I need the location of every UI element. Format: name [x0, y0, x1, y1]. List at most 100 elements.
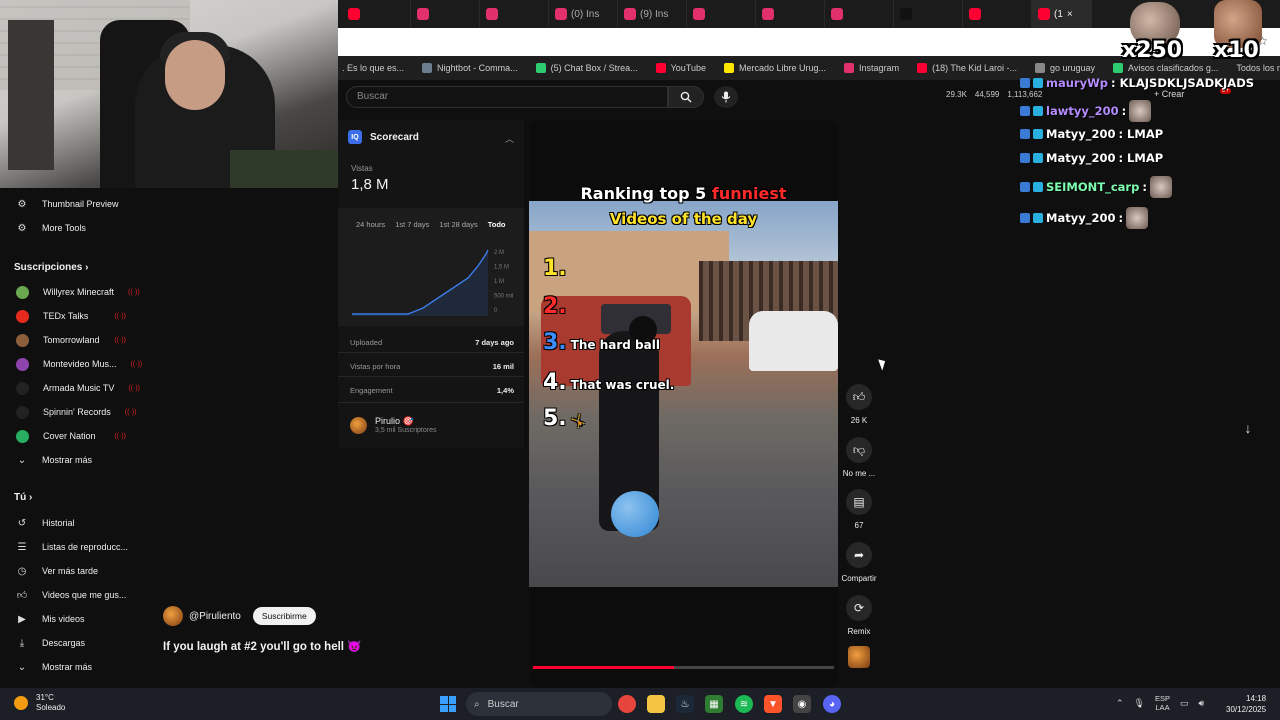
- sidebar-subscription-item[interactable]: Montevideo Mus... ((·)): [0, 352, 142, 376]
- sidebar-item-label: Descargas: [42, 638, 86, 648]
- subscribe-button[interactable]: Suscribirme: [252, 607, 316, 625]
- scorecard-channel[interactable]: Pirulio 🎯 3,5 mil Suscriptores: [350, 416, 436, 434]
- range-tab[interactable]: 1st 28 days: [439, 220, 477, 229]
- scorecard-panel: IQ Scorecard ︿ Vistas 1,8 M 24 hours 1st …: [338, 120, 524, 448]
- browser-tab[interactable]: (0) Ins: [549, 0, 618, 28]
- sun-icon: [14, 696, 28, 710]
- ranking-item: 5. 🤸: [543, 406, 586, 431]
- show-more-you[interactable]: ⌄ Mostrar más: [0, 655, 140, 679]
- chevron-right-icon: ›: [26, 492, 33, 503]
- windows-start-icon[interactable]: [440, 696, 456, 712]
- browser-tab[interactable]: [480, 0, 549, 28]
- uploaded-label: Uploaded: [350, 338, 383, 347]
- chrome-icon[interactable]: [618, 695, 636, 713]
- lang-bottom: LAA: [1155, 703, 1170, 712]
- like-button[interactable]: 👍︎ 26 K: [840, 384, 878, 425]
- taskbar-search[interactable]: ⌕ Buscar: [466, 692, 612, 716]
- chat-emote-icon: [1149, 176, 1172, 198]
- remix-button[interactable]: ⟳ Remix: [840, 595, 878, 636]
- sidebar-item-you[interactable]: ⤓ Descargas: [0, 631, 140, 655]
- tab-favicon-icon: [762, 8, 774, 20]
- sidebar-item-label: Ver más tarde: [42, 566, 99, 576]
- network-icon[interactable]: ▭: [1180, 698, 1189, 709]
- steam-icon[interactable]: ♨: [676, 695, 694, 713]
- brave-icon[interactable]: ▼: [764, 695, 782, 713]
- sidebar-item-you[interactable]: ↺ Historial: [0, 511, 140, 535]
- close-icon[interactable]: ×: [1067, 9, 1073, 20]
- chat-message: mauryWp: KLAJSDKLJSADKJADS: [1020, 76, 1254, 90]
- share-button[interactable]: ➦ Compartir: [840, 542, 878, 583]
- bookmark-item[interactable]: go uruguay: [1034, 63, 1095, 73]
- bookmark-item[interactable]: Instagram: [844, 63, 899, 73]
- dislike-button[interactable]: 👎︎ No me ...: [840, 437, 878, 478]
- sidebar-item-you[interactable]: ▶ Mis videos: [0, 607, 140, 631]
- streamer-webcam: [0, 0, 338, 188]
- range-tab[interactable]: 24 hours: [356, 220, 385, 229]
- sidebar-item-you[interactable]: 👍︎ Videos que me gus...: [0, 583, 140, 607]
- sidebar-item-tool[interactable]: ⚙ Thumbnail Preview: [0, 192, 140, 216]
- weather-widget[interactable]: 31°C Soleado: [14, 693, 65, 713]
- sidebar-item-tool[interactable]: ⚙ More Tools: [0, 216, 140, 240]
- browser-tab[interactable]: [825, 0, 894, 28]
- arrow-down-icon[interactable]: ↓: [1236, 416, 1260, 440]
- search-input[interactable]: Buscar: [346, 86, 668, 108]
- obs-icon[interactable]: ◉: [793, 695, 811, 713]
- discord-icon[interactable]: ◕: [823, 695, 841, 713]
- browser-tab[interactable]: [411, 0, 480, 28]
- thumbs-up-icon: 👍︎: [16, 590, 28, 601]
- bookmark-item[interactable]: (18) The Kid Laroi -...: [917, 63, 1017, 73]
- emote-count-b: x10: [1214, 38, 1259, 63]
- title-red: funniest: [711, 184, 787, 203]
- weather-condition: Soleado: [36, 703, 66, 712]
- browser-tab[interactable]: [756, 0, 825, 28]
- you-heading[interactable]: Tú ›: [14, 492, 32, 503]
- shorts-video-player[interactable]: Ranking top 5 funniest Videos of the day…: [529, 120, 838, 687]
- live-indicator-icon: ((·)): [128, 384, 141, 392]
- sidebar-item-you[interactable]: ◷ Ver más tarde: [0, 559, 140, 583]
- show-more-subscriptions[interactable]: ⌄ Mostrar más: [0, 448, 140, 472]
- spotify-icon[interactable]: ≋: [735, 695, 753, 713]
- sidebar-item-you[interactable]: ☰ Listas de reproducc...: [0, 535, 140, 559]
- chat-badge-icon: [1020, 78, 1030, 88]
- browser-tab-active[interactable]: (1 ×: [1032, 0, 1092, 28]
- file-explorer-icon[interactable]: [647, 695, 665, 713]
- comments-button[interactable]: ▤ 67: [840, 489, 878, 530]
- search-button[interactable]: [668, 86, 704, 108]
- sidebar-subscription-item[interactable]: Armada Music TV ((·)): [0, 376, 140, 400]
- sidebar-subscription-item[interactable]: Willyrex Minecraft ((·)): [0, 280, 140, 304]
- browser-tab[interactable]: [894, 0, 963, 28]
- voice-search-button[interactable]: [714, 86, 738, 108]
- bookmark-item[interactable]: Nightbot - Comma...: [422, 63, 518, 73]
- sidebar-subscription-item[interactable]: Tomorrowland ((·)): [0, 328, 140, 352]
- bookmark-item[interactable]: . Es lo que es...: [342, 63, 404, 73]
- subscriptions-heading[interactable]: Suscripciones ›: [14, 262, 88, 273]
- channel-avatar[interactable]: [163, 606, 183, 626]
- language-indicator[interactable]: ESP LAA: [1155, 694, 1170, 712]
- chevron-up-icon[interactable]: ⌃: [1116, 698, 1124, 709]
- browser-tab[interactable]: (9) Ins: [618, 0, 687, 28]
- channel-handle[interactable]: @Piruliento: [189, 611, 241, 622]
- emote-overlay-b: x10: [1208, 0, 1268, 70]
- range-tab[interactable]: Todo: [488, 220, 506, 229]
- sound-avatar[interactable]: [848, 646, 870, 668]
- video-progress-bar[interactable]: [533, 666, 834, 669]
- browser-tab[interactable]: [963, 0, 1032, 28]
- left-sidebar: ⚙ Thumbnail Preview ⚙ More Tools Suscripcion…: [0, 188, 142, 688]
- sidebar-subscription-item[interactable]: Spinnin' Records ((·)): [0, 400, 140, 424]
- clock[interactable]: 14:18 30/12/2025: [1226, 693, 1266, 715]
- stat-total: 44,599: [974, 90, 1000, 99]
- chevron-up-icon[interactable]: ︿: [505, 132, 514, 145]
- bookmark-item[interactable]: YouTube: [655, 63, 706, 73]
- volume-icon[interactable]: 🔊︎: [1199, 698, 1205, 709]
- bookmark-item[interactable]: (5) Chat Box / Strea...: [535, 63, 638, 73]
- minecraft-icon[interactable]: ▦: [705, 695, 723, 713]
- range-tab[interactable]: 1st 7 days: [395, 220, 429, 229]
- browser-tab[interactable]: [687, 0, 756, 28]
- microphone-icon[interactable]: 🎙︎: [1134, 698, 1145, 709]
- like-count: 26 K: [850, 416, 868, 425]
- browser-tab[interactable]: [342, 0, 411, 28]
- sidebar-subscription-item[interactable]: Cover Nation ((·)): [0, 424, 140, 448]
- sidebar-subscription-item[interactable]: TEDx Talks ((·)): [0, 304, 140, 328]
- chat-badge-icon: [1020, 153, 1030, 163]
- bookmark-item[interactable]: Mercado Libre Urug...: [724, 63, 826, 73]
